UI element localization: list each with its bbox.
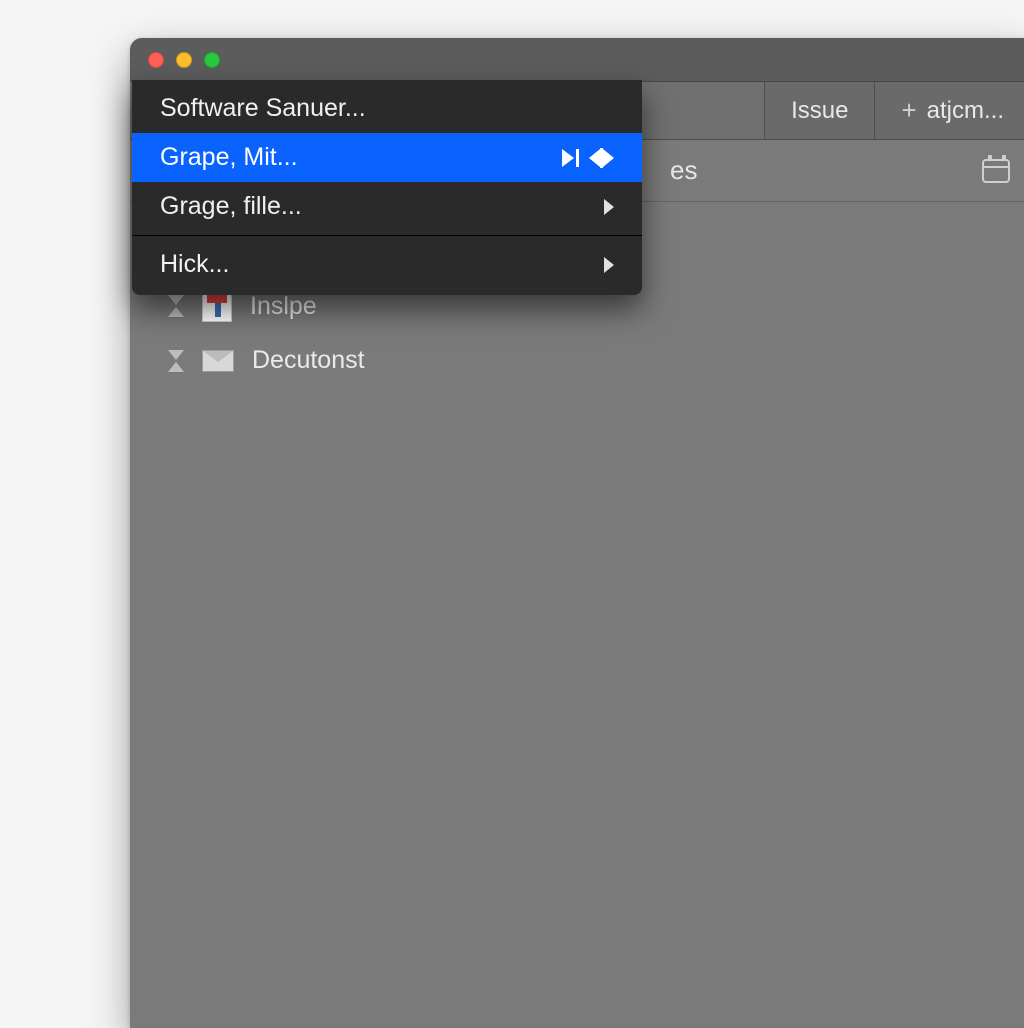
titlebar	[130, 38, 1024, 82]
hourglass-icon	[168, 350, 184, 372]
menu-item-grape-mit[interactable]: Grape, Mit...	[132, 133, 642, 182]
hourglass-icon	[168, 295, 184, 317]
expand-horizontal-icon	[589, 148, 614, 168]
window-minimize-button[interactable]	[176, 52, 192, 68]
menu-item-hick[interactable]: Hick...	[132, 240, 642, 289]
menu-item-software-sanuer[interactable]: Software Sanuer...	[132, 84, 642, 133]
menu-separator	[132, 235, 642, 236]
window-zoom-button[interactable]	[204, 52, 220, 68]
tab-issue-label: Issue	[791, 97, 848, 125]
submenu-arrow-icon	[604, 257, 614, 273]
calendar-icon[interactable]	[982, 159, 1010, 183]
submenu-arrow-icon	[604, 199, 614, 215]
mail-icon	[202, 350, 234, 372]
list-item-label: Decutonst	[252, 346, 365, 375]
list-item[interactable]: Decutonst	[140, 334, 1020, 387]
tab-issue[interactable]: Issue	[764, 82, 874, 139]
tab-atjcm-label: atjcm...	[927, 97, 1004, 125]
menu-item-label: Hick...	[160, 250, 594, 279]
plus-icon: +	[901, 95, 916, 126]
window-close-button[interactable]	[148, 52, 164, 68]
menu-item-label: Grape, Mit...	[160, 143, 562, 172]
menu-item-grage-fille[interactable]: Grage, fille...	[132, 182, 642, 231]
tab-atjcm[interactable]: + atjcm...	[874, 82, 1024, 139]
menu-item-label: Software Sanuer...	[160, 94, 614, 123]
context-menu: Software Sanuer... Grape, Mit... Grage, …	[132, 80, 642, 295]
menu-item-label: Grage, fille...	[160, 192, 594, 221]
skip-next-icon	[562, 149, 579, 167]
list-item-label: Inslpe	[250, 292, 317, 321]
